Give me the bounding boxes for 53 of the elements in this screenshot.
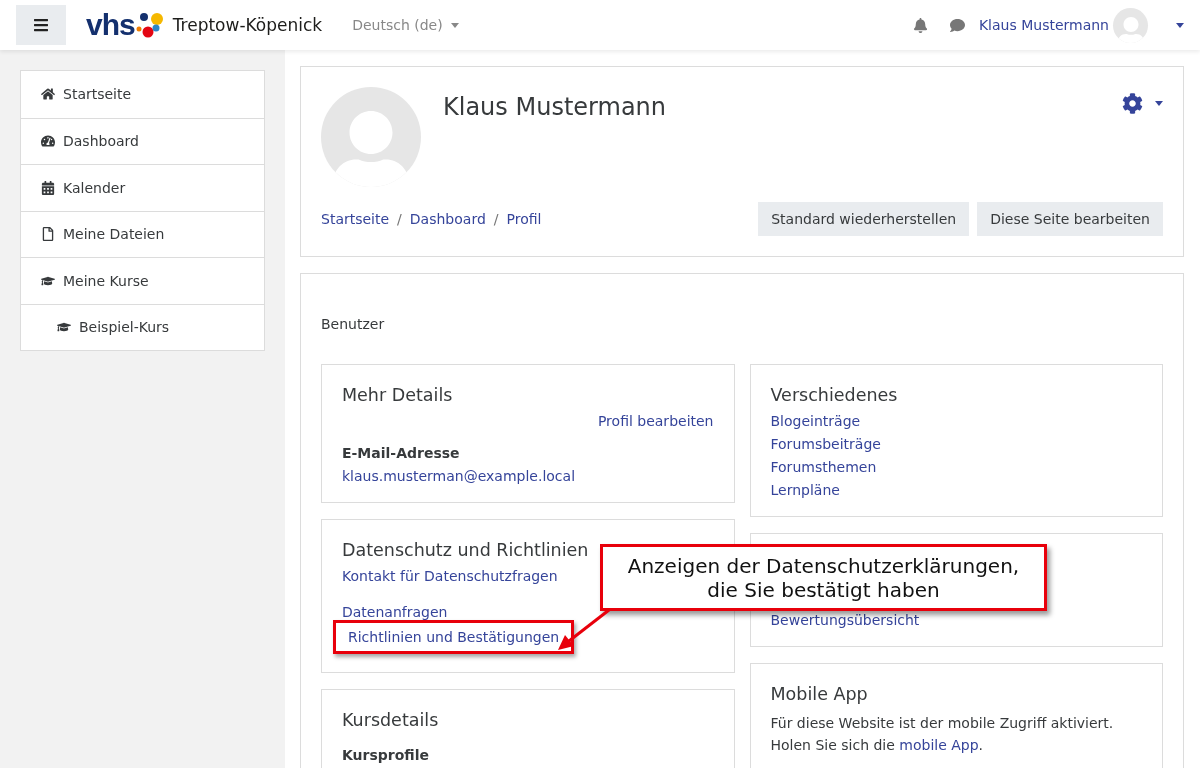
card-title: Mobile App <box>770 684 869 704</box>
nav-item[interactable]: Startseite <box>21 71 264 118</box>
nav-item[interactable]: Dashboard <box>21 117 264 164</box>
card-title: Kursdetails <box>342 710 440 730</box>
breadcrumb-separator: / <box>397 211 402 227</box>
profile-name: Klaus Mustermann <box>443 93 666 121</box>
breadcrumb-separator: / <box>493 211 499 227</box>
caret-icon[interactable] <box>1176 22 1184 28</box>
caret-icon <box>450 22 459 28</box>
dashboard-icon <box>41 134 55 149</box>
menu-button[interactable] <box>16 5 66 45</box>
bell-icon[interactable] <box>912 17 928 33</box>
calendar-icon <box>41 180 55 195</box>
user-name[interactable]: Klaus Mustermann <box>978 17 1109 33</box>
home-icon <box>41 87 55 102</box>
link[interactable]: Forumsthemen <box>770 459 877 475</box>
highlighted-link[interactable]: Richtlinien und Bestätigungen <box>333 620 575 654</box>
page-button[interactable]: Standard wiederherstellen <box>758 202 970 236</box>
link[interactable]: Blogeinträge <box>770 413 861 429</box>
logo-dots-icon <box>134 11 163 39</box>
page-button[interactable]: Diese Seite bearbeiten <box>977 202 1163 236</box>
file-icon <box>41 227 55 242</box>
settings-icon <box>1122 93 1143 114</box>
nav-item[interactable]: Beispiel-Kurs <box>21 303 264 350</box>
card-title: Datenschutz und Richtlinien <box>342 540 590 560</box>
link[interactable]: Kontakt für Datenschutzfragen <box>342 568 558 584</box>
settings-menu[interactable] <box>1122 93 1163 114</box>
site-name[interactable]: Treptow-Köpenick <box>172 15 323 35</box>
field-label: E-Mail-Adresse <box>342 445 461 461</box>
link[interactable]: klaus.musterman@example.local <box>342 468 576 484</box>
card-title: Verschiedenes <box>770 385 899 405</box>
edit-profile-link[interactable]: Profil bearbeiten <box>597 413 714 429</box>
chat-icon[interactable] <box>949 17 965 33</box>
nav-item[interactable]: Meine Dateien <box>21 210 264 257</box>
link[interactable]: Forumsbeiträge <box>770 436 881 452</box>
logo-text: vhs <box>86 8 135 42</box>
paragraph: Für diese Website ist der mobile Zugriff aktiviert. Holen Sie sich die mobile App. <box>770 714 1115 756</box>
breadcrumb-link[interactable]: Profil <box>506 211 542 227</box>
breadcrumb-link[interactable]: Startseite <box>321 211 390 227</box>
field-label: Kursprofile <box>342 747 431 763</box>
link[interactable]: Bewertungsübersicht <box>770 612 920 628</box>
section-title: Benutzer <box>321 316 386 332</box>
link[interactable]: mobile App <box>899 737 979 754</box>
link[interactable]: Lernpläne <box>770 482 840 498</box>
caret-icon <box>1155 101 1163 106</box>
card-title: Mehr Details <box>342 385 454 405</box>
menu-icon <box>33 17 49 33</box>
callout-text: Anzeigen der Datenschutzerklärungen, die Sie bestätigt haben <box>627 553 1020 602</box>
link[interactable]: Datenanfragen <box>342 604 448 620</box>
language-menu[interactable]: Deutsch (de) <box>346 16 465 34</box>
nav-item[interactable]: Meine Kurse <box>21 257 264 304</box>
nav-item[interactable]: Kalender <box>21 164 264 211</box>
breadcrumb-link[interactable]: Dashboard <box>409 211 486 227</box>
